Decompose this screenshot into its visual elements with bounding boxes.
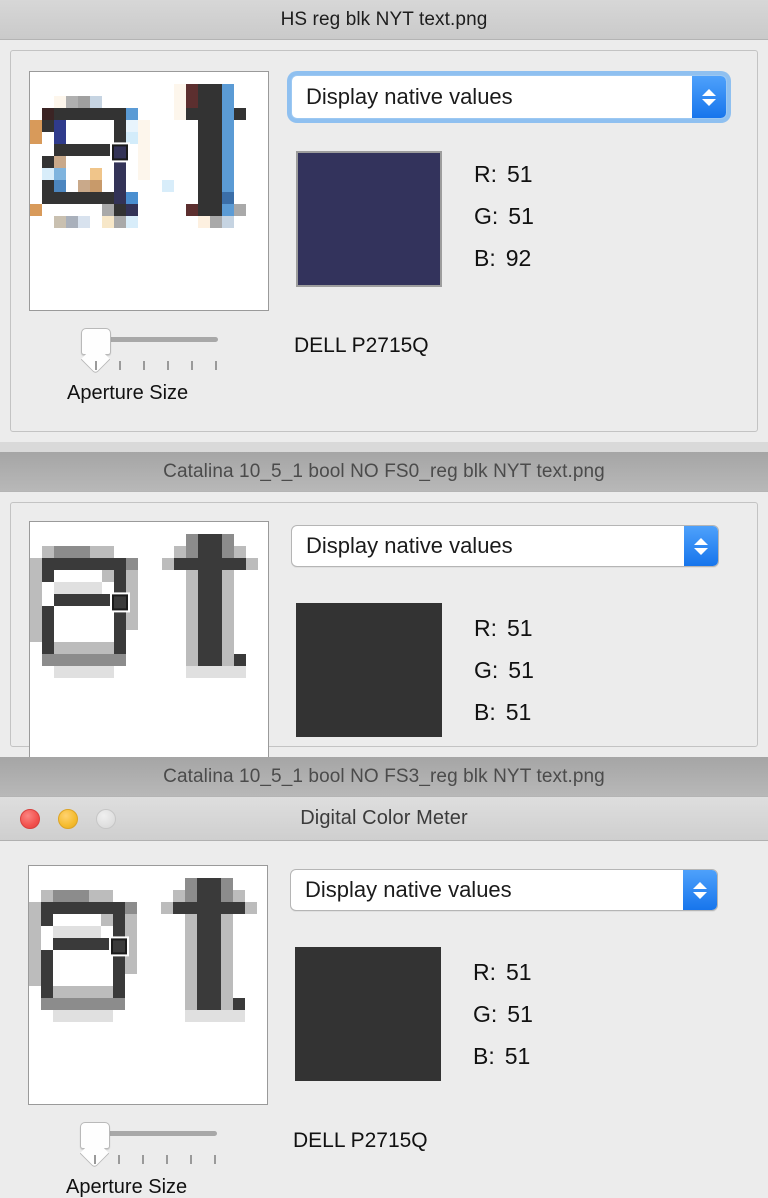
readout-r-2-channel: R: [474, 615, 497, 642]
aperture-slider-3-ticks [84, 1155, 224, 1165]
window-1-body: Display native values R: 51 G: 51 B: 92 DEL… [0, 40, 768, 442]
app-window-title: Digital Color Meter [300, 807, 468, 830]
traffic-lights [20, 809, 116, 829]
readout-b-3: B: 51 [473, 1043, 530, 1070]
window-3-inner-frame: Display native values R: 51 G: 51 B: 51 DEL… [10, 851, 758, 1188]
aperture-slider-3-label: Aperture Size [66, 1176, 187, 1198]
window-2-title: Catalina 10_5_1 bool NO FS0_reg blk NYT … [163, 461, 605, 483]
magnifier-view-3[interactable] [28, 865, 268, 1105]
aperture-slider-1-label: Aperture Size [67, 382, 188, 405]
magnifier-canvas-2 [30, 522, 269, 757]
magnifier-view-2[interactable] [29, 521, 269, 757]
chevron-updown-icon[interactable] [692, 76, 726, 118]
color-space-popup-2[interactable]: Display native values [291, 525, 719, 567]
window-1-inner-frame: Display native values R: 51 G: 51 B: 92 DEL… [10, 50, 758, 432]
color-space-popup-1[interactable]: Display native values [291, 75, 727, 119]
readout-r-2-value: 51 [507, 615, 533, 642]
magnifier-view-1[interactable] [29, 71, 269, 311]
window-hs-reg: HS reg blk NYT text.png Display native v… [0, 0, 768, 442]
aperture-slider-3[interactable] [72, 1117, 242, 1173]
window-2-inner-frame: Display native values R: 51 G: 51 B: 51 [10, 502, 758, 747]
color-space-popup-2-value: Display native values [292, 533, 684, 559]
readout-g-3-value: 51 [507, 1001, 533, 1028]
window-3-title: Catalina 10_5_1 bool NO FS3_reg blk NYT … [163, 766, 605, 788]
chevron-updown-icon[interactable] [683, 870, 717, 910]
readout-r-2: R: 51 [474, 615, 533, 642]
readout-g-3: G: 51 [473, 1001, 533, 1028]
display-name-1: DELL P2715Q [294, 334, 429, 358]
readout-r-1: R: 51 [474, 161, 533, 188]
magnifier-canvas-1 [30, 72, 269, 311]
window-2-body: Display native values R: 51 G: 51 B: 51 [0, 492, 768, 757]
aperture-slider-1[interactable] [73, 323, 243, 379]
aperture-slider-1-thumb[interactable] [81, 328, 111, 355]
color-swatch-2 [296, 603, 442, 737]
app-window-titlebar[interactable]: Digital Color Meter [0, 797, 768, 841]
readout-g-1-channel: G: [474, 203, 498, 230]
readout-g-3-channel: G: [473, 1001, 497, 1028]
color-swatch-1 [296, 151, 442, 287]
color-space-popup-3-value: Display native values [291, 877, 683, 903]
minimize-button[interactable] [58, 809, 78, 829]
color-space-popup-3[interactable]: Display native values [290, 869, 718, 911]
color-space-popup-1-value: Display native values [292, 84, 692, 110]
window-3-titlebar[interactable]: Catalina 10_5_1 bool NO FS3_reg blk NYT … [0, 757, 768, 797]
readout-g-2: G: 51 [474, 657, 534, 684]
display-name-3: DELL P2715Q [293, 1129, 428, 1153]
aperture-slider-3-thumb[interactable] [80, 1122, 110, 1149]
aperture-slider-1-ticks [85, 361, 225, 371]
window-fs3-reg: Catalina 10_5_1 bool NO FS3_reg blk NYT … [0, 757, 768, 1198]
readout-r-1-channel: R: [474, 161, 497, 188]
readout-b-1-value: 92 [506, 245, 532, 272]
readout-b-1-channel: B: [474, 245, 496, 272]
zoom-button[interactable] [96, 809, 116, 829]
readout-b-2-channel: B: [474, 699, 496, 726]
readout-b-1: B: 92 [474, 245, 531, 272]
readout-g-2-value: 51 [508, 657, 534, 684]
screenshot-canvas: HS reg blk NYT text.png Display native v… [0, 0, 768, 1198]
window-fs0-reg: Catalina 10_5_1 bool NO FS0_reg blk NYT … [0, 452, 768, 757]
readout-b-3-value: 51 [505, 1043, 531, 1070]
readout-r-3: R: 51 [473, 959, 532, 986]
readout-r-3-value: 51 [506, 959, 532, 986]
magnifier-canvas-3 [29, 866, 268, 1105]
window-3-body: Display native values R: 51 G: 51 B: 51 DEL… [0, 841, 768, 1198]
readout-b-2: B: 51 [474, 699, 531, 726]
readout-g-2-channel: G: [474, 657, 498, 684]
readout-r-1-value: 51 [507, 161, 533, 188]
window-1-titlebar[interactable]: HS reg blk NYT text.png [0, 0, 768, 40]
window-2-titlebar[interactable]: Catalina 10_5_1 bool NO FS0_reg blk NYT … [0, 452, 768, 492]
readout-r-3-channel: R: [473, 959, 496, 986]
readout-g-1-value: 51 [508, 203, 534, 230]
close-button[interactable] [20, 809, 40, 829]
readout-g-1: G: 51 [474, 203, 534, 230]
readout-b-3-channel: B: [473, 1043, 495, 1070]
window-1-title: HS reg blk NYT text.png [281, 9, 488, 31]
color-swatch-3 [295, 947, 441, 1081]
readout-b-2-value: 51 [506, 699, 532, 726]
chevron-updown-icon[interactable] [684, 526, 718, 566]
